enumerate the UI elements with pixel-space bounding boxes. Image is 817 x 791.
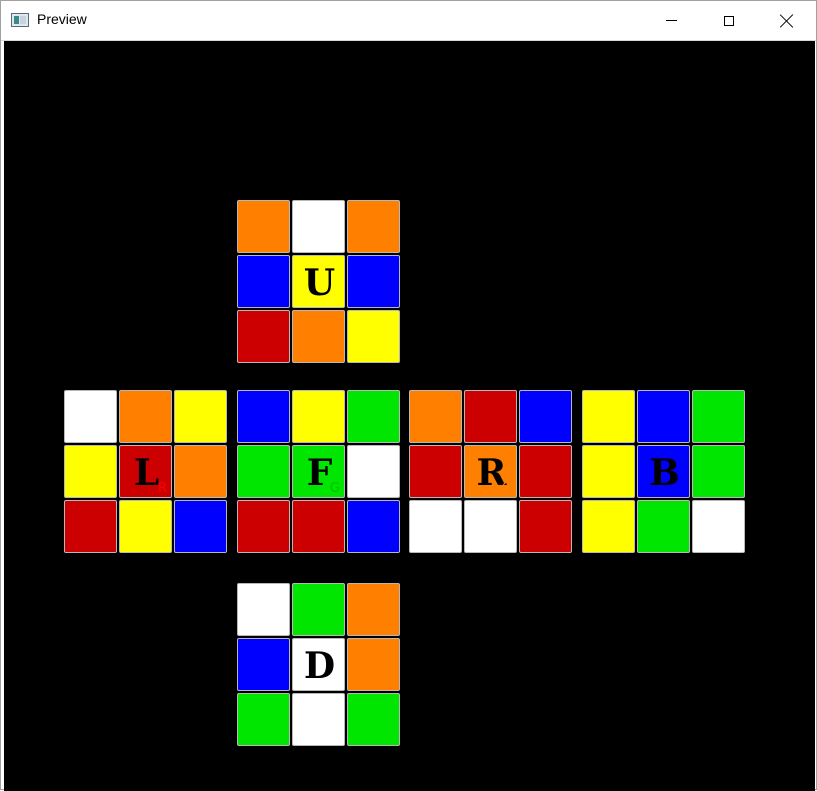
center-sticker: RO <box>464 445 517 498</box>
sticker <box>347 583 400 636</box>
sticker <box>292 693 345 746</box>
sticker <box>347 693 400 746</box>
sticker <box>692 500 745 553</box>
sticker <box>237 583 290 636</box>
sticker <box>64 445 117 498</box>
minimize-icon <box>665 20 677 21</box>
sticker <box>347 390 400 443</box>
sticker <box>174 445 227 498</box>
sticker <box>292 200 345 253</box>
close-icon <box>780 14 794 28</box>
center-sticker: D <box>292 638 345 691</box>
sticker <box>582 390 635 443</box>
sticker <box>464 500 517 553</box>
center-sticker: U <box>292 255 345 308</box>
sticker <box>174 390 227 443</box>
sticker <box>64 390 117 443</box>
face-front: FG <box>237 390 402 555</box>
sticker <box>119 500 172 553</box>
sticker <box>519 445 572 498</box>
sticker <box>64 500 117 553</box>
sticker <box>292 583 345 636</box>
maximize-button[interactable] <box>700 1 758 40</box>
sticker <box>237 638 290 691</box>
sticker <box>692 390 745 443</box>
sticker <box>237 500 290 553</box>
sticker <box>409 445 462 498</box>
sticker <box>347 310 400 363</box>
sticker <box>347 445 400 498</box>
sticker <box>409 390 462 443</box>
center-sticker: FG <box>292 445 345 498</box>
sticker <box>347 638 400 691</box>
sticker <box>409 500 462 553</box>
face-left: LR <box>64 390 229 555</box>
sticker <box>582 500 635 553</box>
sticker <box>347 200 400 253</box>
sticker <box>237 255 290 308</box>
face-sub-label: O <box>501 481 512 496</box>
center-sticker: LR <box>119 445 172 498</box>
cube-net-canvas: U LR FG RO B D <box>4 41 815 791</box>
sticker <box>237 200 290 253</box>
face-sub-label: R <box>157 481 167 496</box>
maximize-icon <box>724 15 734 26</box>
sticker <box>347 255 400 308</box>
face-label: U <box>303 261 336 304</box>
title-bar[interactable]: Preview <box>1 1 816 41</box>
sticker <box>637 390 690 443</box>
face-label: B <box>649 451 680 494</box>
sticker <box>237 693 290 746</box>
sticker <box>347 500 400 553</box>
sticker <box>692 445 745 498</box>
preview-window: Preview U LR FG RO B D <box>0 0 817 791</box>
close-button[interactable] <box>758 1 816 40</box>
face-label: D <box>303 644 336 687</box>
sticker <box>174 500 227 553</box>
minimize-button[interactable] <box>642 1 700 40</box>
window-title: Preview <box>37 11 87 27</box>
face-back: B <box>582 390 747 555</box>
face-down: D <box>237 583 402 748</box>
sticker <box>292 390 345 443</box>
sticker <box>237 390 290 443</box>
sticker <box>519 500 572 553</box>
face-right: RO <box>409 390 574 555</box>
sticker <box>119 390 172 443</box>
sticker <box>237 310 290 363</box>
center-sticker: B <box>637 445 690 498</box>
app-window-icon <box>11 13 29 27</box>
face-sub-label: G <box>329 481 340 496</box>
sticker <box>637 500 690 553</box>
sticker <box>237 445 290 498</box>
sticker <box>519 390 572 443</box>
sticker <box>292 310 345 363</box>
sticker <box>292 500 345 553</box>
sticker <box>464 390 517 443</box>
face-up: U <box>237 200 402 365</box>
sticker <box>582 445 635 498</box>
